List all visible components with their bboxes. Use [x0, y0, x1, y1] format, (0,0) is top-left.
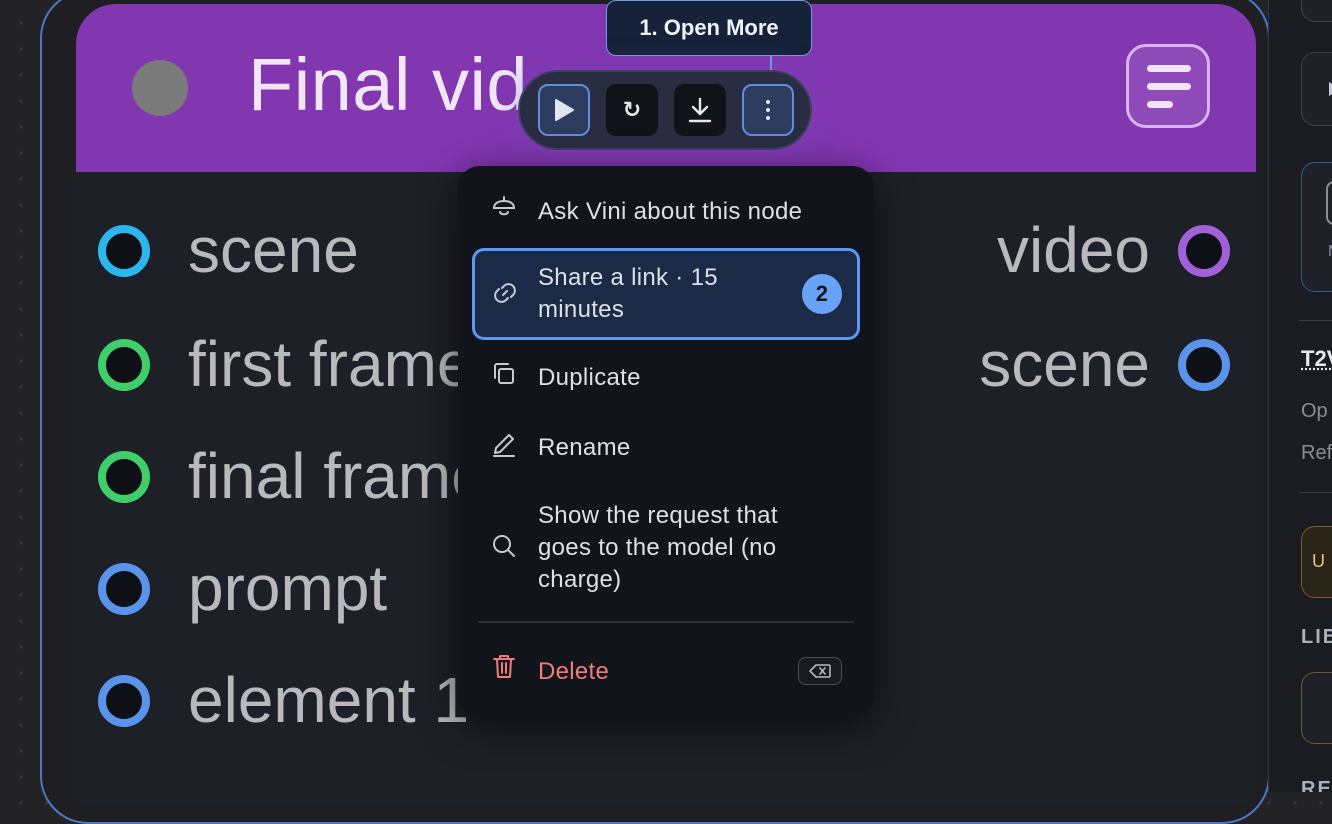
menu-item-rename[interactable]: Rename	[472, 430, 860, 470]
pencil-icon	[493, 434, 515, 457]
menu-item-duplicate[interactable]: Duplicate	[472, 360, 860, 400]
divider	[1299, 492, 1332, 493]
node-title: Final vid	[248, 43, 529, 126]
panel-play-button[interactable]	[1301, 52, 1332, 126]
library-card[interactable]	[1301, 672, 1332, 744]
more-vertical-icon	[766, 100, 770, 120]
input-port-element-1[interactable]	[98, 675, 150, 727]
input-label: final frame	[188, 440, 487, 512]
input-port-prompt[interactable]	[98, 563, 150, 615]
context-menu: Ask Vini about this node Share a link · …	[458, 166, 874, 716]
panel-model-card[interactable]: M	[1301, 162, 1332, 292]
link-icon	[494, 283, 516, 303]
panel-section-title: RE	[1301, 778, 1332, 792]
input-port-final-frame[interactable]	[98, 451, 150, 503]
assistant-icon	[492, 196, 516, 216]
output-port-scene[interactable]	[1178, 339, 1230, 391]
panel-upgrade-button[interactable]: U	[1301, 526, 1332, 598]
panel-row-label: Ref	[1301, 442, 1332, 464]
menu-item-label: Rename	[538, 434, 631, 461]
menu-item-ask-vini[interactable]: Ask Vini about this node	[472, 194, 860, 234]
input-label: element 1	[188, 664, 470, 736]
play-icon	[555, 99, 574, 121]
rerun-button[interactable]: ↻	[606, 84, 658, 136]
duplicate-icon	[494, 363, 514, 384]
more-button[interactable]	[742, 84, 794, 136]
panel-button[interactable]	[1301, 0, 1332, 22]
download-button[interactable]	[674, 84, 726, 136]
menu-item-share-link[interactable]: Share a link · 15 minutes 2	[472, 248, 860, 340]
model-icon	[1326, 181, 1332, 225]
upgrade-button-label: U	[1312, 551, 1325, 571]
menu-item-label: charge)	[538, 566, 622, 593]
menu-item-show-request[interactable]: Show the request that goes to the model …	[472, 498, 860, 598]
download-icon	[688, 97, 712, 123]
panel-row-label: Op	[1301, 400, 1328, 422]
menu-item-label: Show the request that	[538, 502, 778, 529]
input-label: prompt	[188, 552, 388, 624]
status-indicator	[132, 60, 188, 116]
menu-item-label: Delete	[538, 658, 610, 685]
trash-icon	[493, 655, 515, 678]
library-section-title: LIB	[1301, 626, 1332, 648]
search-icon	[493, 535, 515, 557]
menu-item-delete[interactable]: Delete	[472, 654, 860, 694]
shortcut-hint	[798, 657, 842, 685]
backspace-icon	[809, 664, 831, 678]
model-card-label: M	[1328, 243, 1332, 261]
menu-item-label: Ask Vini about this node	[538, 198, 803, 225]
run-button[interactable]	[538, 84, 590, 136]
output-label: video	[997, 214, 1150, 286]
menu-item-label: goes to the model (no	[538, 534, 777, 561]
model-code: T2V	[1301, 346, 1332, 371]
output-port-video[interactable]	[1178, 225, 1230, 277]
menu-item-label: minutes	[538, 296, 625, 323]
menu-item-label: Duplicate	[538, 364, 641, 391]
menu-divider	[478, 621, 854, 623]
node-menu-icon[interactable]	[1126, 44, 1210, 128]
node-toolbar: ↻	[518, 70, 812, 150]
menu-item-label: Share a link · 15	[538, 264, 718, 291]
inspector-panel: M T2V Op Ref U LIB RE	[1268, 0, 1332, 792]
step-badge: 2	[802, 274, 842, 314]
onboarding-tooltip: 1. Open More	[606, 0, 812, 56]
refresh-icon: ↻	[622, 97, 642, 122]
divider	[1299, 320, 1332, 321]
output-label: scene	[979, 328, 1150, 400]
